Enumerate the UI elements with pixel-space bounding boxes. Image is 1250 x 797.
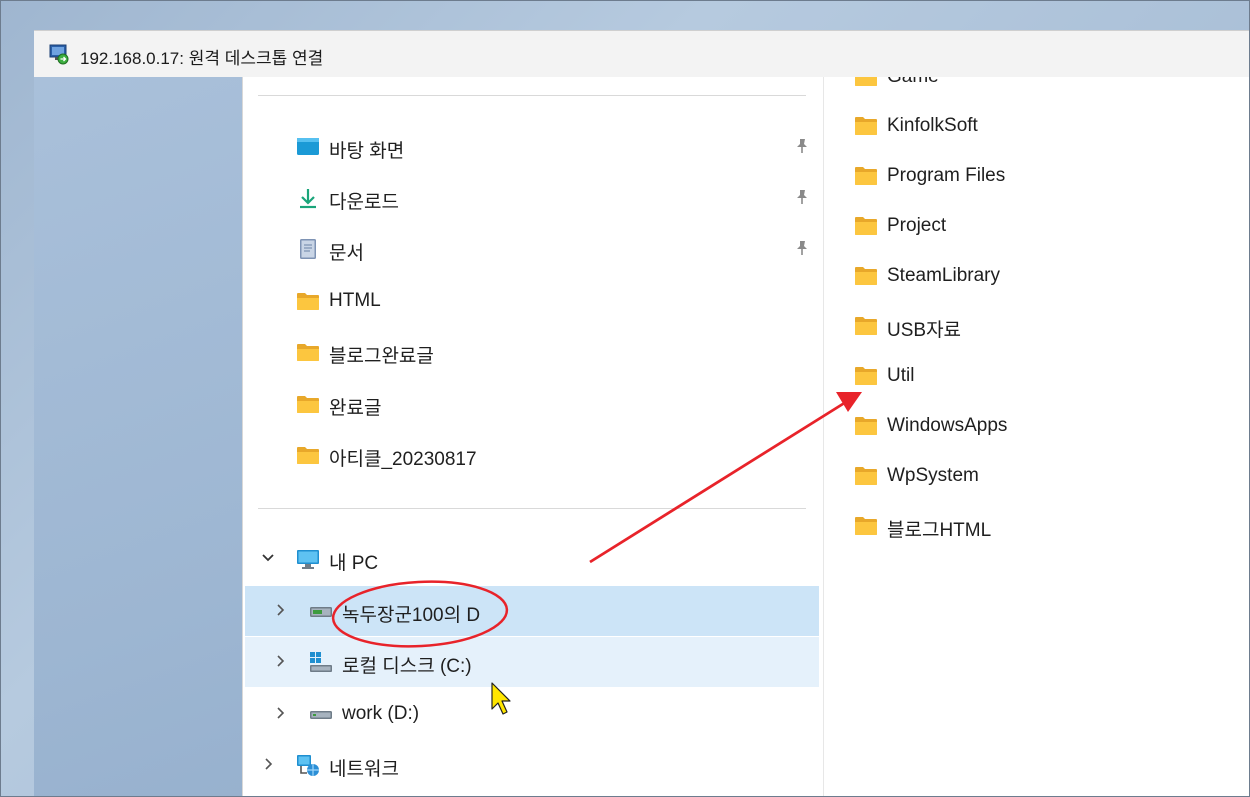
folder-label: SteamLibrary [887,265,1000,286]
chevron-right-icon[interactable] [273,706,287,720]
folder-label: WindowsApps [887,415,1008,436]
nav-item-network[interactable]: 네트워크 [243,740,819,790]
folder-icon [855,117,877,135]
folder-item[interactable]: Project [854,206,1244,246]
chevron-right-icon[interactable] [261,757,275,771]
remote-desktop-icon [49,44,69,65]
folder-icon [855,267,877,285]
folder-label: 블로그HTML [887,520,992,541]
folder-icon [855,517,877,535]
folder-item[interactable]: KinfolkSoft [854,106,1244,146]
folder-icon [297,293,319,310]
folder-icon [855,367,877,385]
nav-item-label: 완료글 [329,398,382,419]
nav-item-desktop[interactable]: 바탕 화면 [243,122,819,172]
folder-icon [855,417,877,435]
window-title: 192.168.0.17: 원격 데스크톱 연결 [80,49,324,68]
nav-item-work-d[interactable]: work (D:) [243,689,819,739]
nav-item-documents[interactable]: 문서 [243,224,819,274]
folder-label: WpSystem [887,465,979,486]
nav-item-local-disk-c[interactable]: 로컬 디스크 (C:) [243,637,819,687]
folder-item[interactable]: USB자료 [854,306,1244,346]
folder-label: Project [887,215,947,236]
nav-item-label: 다운로드 [329,192,399,213]
nav-item-label: work (D:) [342,703,420,724]
folder-item[interactable]: 블로그HTML [854,506,1244,546]
folder-icon [855,77,877,86]
nav-item-label: 로컬 디스크 (C:) [342,656,472,677]
network-drive-icon [310,607,332,617]
nav-item-folder-html[interactable]: HTML [243,276,819,326]
folder-item[interactable]: WindowsApps [854,406,1244,446]
folder-label: USB자료 [887,320,962,341]
drive-icon [310,711,332,719]
nav-item-downloads[interactable]: 다운로드 [243,173,819,223]
nav-item-folder-blog-done[interactable]: 블로그완료글 [243,327,819,377]
folder-item[interactable]: Program Files [854,156,1244,196]
windows-drive-icon [310,652,332,672]
folder-icon [855,317,877,335]
nav-item-label: 아티클_20230817 [329,449,477,470]
pin-icon[interactable] [793,239,811,257]
folder-icon [297,344,319,361]
folder-label: Util [887,365,915,386]
content-pane: Game KinfolkSoft Program Files Project [824,77,1250,797]
document-icon [300,239,316,259]
folder-item[interactable]: WpSystem [854,456,1244,496]
nav-item-label: 블로그완료글 [329,346,434,367]
this-pc-icon [297,550,319,569]
remote-desktop-titlebar: 192.168.0.17: 원격 데스크톱 연결 [34,30,1250,77]
nav-item-label: 문서 [329,243,364,264]
navigation-pane: 바탕 화면 다운로드 문서 HTML 블로그완료글 완료글 아티클_202308… [243,77,823,797]
folder-label: Game [887,77,939,88]
file-explorer-window: 바탕 화면 다운로드 문서 HTML 블로그완료글 완료글 아티클_202308… [242,77,1250,797]
chevron-right-icon[interactable] [273,654,287,668]
download-icon [300,189,316,209]
nav-item-label: 녹두장군100의 D [342,605,481,626]
nav-item-label: 네트워크 [329,759,399,780]
nav-item-label: 내 PC [329,553,379,574]
nav-item-this-pc[interactable]: 내 PC [243,534,819,584]
folder-item[interactable]: Game [854,77,1244,97]
folder-label: Program Files [887,165,1006,186]
nav-item-label: HTML [329,290,381,311]
folder-item[interactable]: SteamLibrary [854,256,1244,296]
chevron-right-icon[interactable] [273,603,287,617]
nav-item-folder-done[interactable]: 완료글 [243,379,819,429]
nav-item-folder-article[interactable]: 아티클_20230817 [243,430,819,480]
desktop-icon [297,138,319,155]
folder-label: KinfolkSoft [887,115,978,136]
nav-item-network-drive[interactable]: 녹두장군100의 D [243,586,819,636]
divider [258,508,806,509]
folder-icon [297,396,319,413]
divider [258,95,806,96]
folder-icon [297,447,319,464]
pin-icon[interactable] [793,188,811,206]
network-icon [297,755,319,776]
chevron-down-icon[interactable] [261,551,275,565]
folder-icon [855,217,877,235]
pin-icon[interactable] [793,137,811,155]
folder-icon [855,467,877,485]
folder-icon [855,167,877,185]
nav-item-label: 바탕 화면 [329,141,405,162]
folder-item[interactable]: Util [854,356,1244,396]
